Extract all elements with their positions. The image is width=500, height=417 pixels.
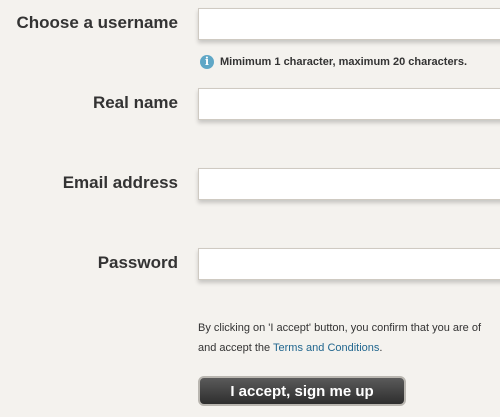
terms-notice: By clicking on 'I accept' button, you co… (198, 318, 481, 358)
username-input[interactable] (198, 8, 500, 40)
terms-line-2-suffix: . (379, 342, 383, 354)
username-hint: i Mimimum 1 character, maximum 20 charac… (200, 54, 467, 70)
real-name-input[interactable] (198, 88, 500, 120)
terms-line-2: and accept the Terms and Conditions. (198, 338, 481, 358)
password-label: Password (97, 253, 178, 272)
username-hint-text: Mimimum 1 character, maximum 20 characte… (220, 56, 468, 68)
info-icon: i (200, 55, 214, 69)
terms-line-2-prefix: and accept the (198, 342, 274, 354)
real-name-label: Real name (92, 93, 178, 112)
terms-line-1: By clicking on 'I accept' button, you co… (198, 322, 482, 334)
username-label: Choose a username (16, 13, 178, 32)
password-input[interactable] (198, 248, 500, 280)
email-label: Email address (62, 173, 178, 192)
accept-signup-button[interactable]: I accept, sign me up (198, 376, 406, 406)
email-input[interactable] (198, 168, 500, 200)
terms-link[interactable]: Terms and Conditions (273, 342, 379, 354)
